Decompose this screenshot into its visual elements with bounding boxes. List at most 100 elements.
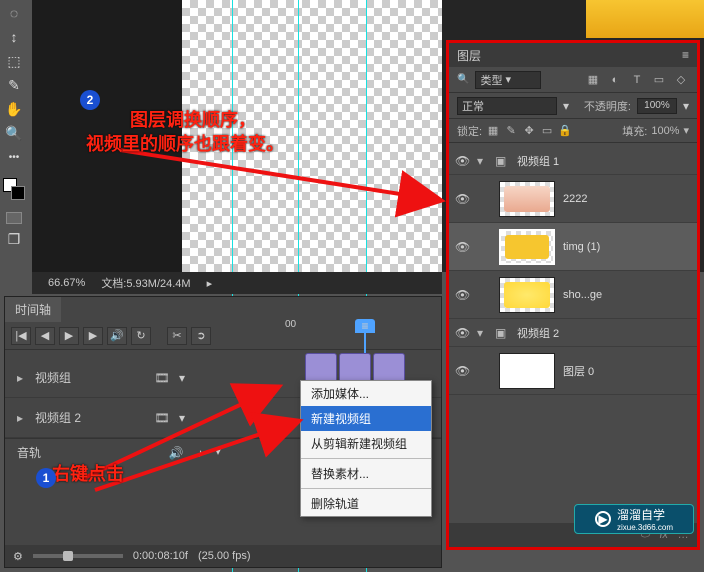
blend-mode-select[interactable]: 正常 bbox=[457, 97, 557, 115]
menu-replace-footage[interactable]: 替换素材... bbox=[301, 461, 431, 486]
menu-delete-track[interactable]: 删除轨道 bbox=[301, 491, 431, 516]
layer-name[interactable]: sho...ge bbox=[563, 289, 602, 301]
layer-item[interactable]: 👁 图层 0 bbox=[449, 347, 697, 395]
layer-name[interactable]: timg (1) bbox=[563, 241, 600, 253]
image-preview-strip bbox=[586, 0, 704, 38]
layer-name[interactable]: 视频组 1 bbox=[517, 153, 559, 169]
audio-sound-icon[interactable]: 🔊 bbox=[167, 444, 185, 462]
panel-menu-icon[interactable]: ≡ bbox=[682, 48, 689, 62]
folder-icon: ▣ bbox=[495, 326, 509, 340]
go-first-button[interactable]: |◀ bbox=[11, 327, 31, 345]
canvas-dark-region bbox=[32, 0, 182, 272]
fill-value[interactable]: 100% bbox=[651, 125, 679, 137]
play-icon: ▶ bbox=[595, 511, 611, 527]
zoom-level[interactable]: 66.67% bbox=[48, 277, 85, 289]
step-fwd-button[interactable]: ▶ bbox=[83, 327, 103, 345]
lock-all-icon[interactable]: 🔒 bbox=[558, 124, 572, 138]
loop-button[interactable]: ↻ bbox=[131, 327, 151, 345]
filter-type-select[interactable]: 类型 ▾ bbox=[475, 71, 541, 89]
color-swatches[interactable] bbox=[3, 178, 25, 200]
left-toolbar: ◌ ↕ ⬚ ✎ ✋ 🔍 ••• ❐ bbox=[0, 0, 28, 300]
track-label: 视频组 bbox=[35, 369, 145, 386]
timeline-controls: |◀ ◀ ▶ ▶ 🔊 ↻ ✂ ➲ bbox=[5, 322, 441, 350]
layer-name[interactable]: 视频组 2 bbox=[517, 325, 559, 341]
cut-button[interactable]: ✂ bbox=[167, 327, 187, 345]
fps-label: (25.00 fps) bbox=[198, 550, 251, 562]
timecode[interactable]: 0:00:08:10f bbox=[133, 550, 188, 562]
layer-item[interactable]: 👁 sho...ge bbox=[449, 271, 697, 319]
context-menu: 添加媒体... 新建视频组 从剪辑新建视频组 替换素材... 删除轨道 bbox=[300, 380, 432, 517]
layer-name[interactable]: 图层 0 bbox=[563, 363, 594, 379]
menu-new-video-group[interactable]: 新建视频组 bbox=[301, 406, 431, 431]
filter-adjust-icon[interactable]: ◐ bbox=[607, 72, 623, 88]
film-icon[interactable]: 🎞 bbox=[153, 369, 171, 387]
chevron-down-icon[interactable]: ▾ bbox=[477, 154, 487, 168]
visibility-icon[interactable]: 👁 bbox=[455, 154, 469, 168]
lock-brush-icon[interactable]: ✎ bbox=[504, 124, 518, 138]
layer-group[interactable]: 👁 ▾ ▣ 视频组 1 bbox=[449, 147, 697, 175]
layer-item[interactable]: 👁 timg (1) bbox=[449, 223, 697, 271]
watermark: ▶ 溜溜自学 zixue.3d66.com bbox=[574, 504, 694, 534]
layer-thumbnail[interactable] bbox=[499, 229, 555, 265]
folder-icon: ▣ bbox=[495, 154, 509, 168]
zoom-slider[interactable] bbox=[33, 554, 123, 558]
layer-name[interactable]: 2222 bbox=[563, 193, 587, 205]
screenmode-icon[interactable]: ❐ bbox=[4, 230, 24, 248]
layer-item[interactable]: 👁 2222 bbox=[449, 175, 697, 223]
layer-list: 👁 ▾ ▣ 视频组 1 👁 2222 👁 timg (1) 👁 sho...ge… bbox=[449, 143, 697, 399]
timeline-tab[interactable]: 时间轴 bbox=[5, 297, 61, 322]
visibility-icon[interactable]: 👁 bbox=[455, 192, 469, 206]
filter-image-icon[interactable]: ▦ bbox=[585, 72, 601, 88]
layer-thumbnail[interactable] bbox=[499, 353, 555, 389]
sound-button[interactable]: 🔊 bbox=[107, 327, 127, 345]
lasso-tool-icon[interactable]: ◌ bbox=[4, 4, 24, 22]
search-icon[interactable]: 🔍 bbox=[457, 74, 469, 85]
visibility-icon[interactable]: 👁 bbox=[455, 326, 469, 340]
layers-panel: 图层 ≡ 🔍 类型 ▾ ▦ ◐ T ▭ ◇ 正常 ▾ 不透明度: 100% ▾ … bbox=[446, 40, 700, 550]
panel-title: 图层 bbox=[457, 47, 481, 64]
step-back-button[interactable]: ◀ bbox=[35, 327, 55, 345]
opacity-label: 不透明度: bbox=[584, 98, 631, 114]
status-bar: 66.67% 文档:5.93M/24.4M ▸ bbox=[32, 272, 442, 294]
annotation-marker-1: 1 bbox=[36, 468, 56, 488]
lock-move-icon[interactable]: ✥ bbox=[522, 124, 536, 138]
filter-shape-icon[interactable]: ▭ bbox=[651, 72, 667, 88]
visibility-icon[interactable]: 👁 bbox=[455, 240, 469, 254]
time-ruler[interactable]: 00 bbox=[285, 319, 296, 347]
playhead[interactable]: ≡ bbox=[355, 319, 375, 333]
chevron-right-icon[interactable]: ▸ bbox=[17, 371, 27, 385]
doc-size: 文档:5.93M/24.4M bbox=[101, 275, 190, 291]
status-chevron-icon[interactable]: ▸ bbox=[207, 277, 213, 290]
crop-tool-icon[interactable]: ⬚ bbox=[4, 52, 24, 70]
visibility-icon[interactable]: 👁 bbox=[455, 288, 469, 302]
fill-label: 填充: bbox=[622, 123, 647, 139]
eyedrop-tool-icon[interactable]: ✎ bbox=[4, 76, 24, 94]
move-tool-icon[interactable]: ↕ bbox=[4, 28, 24, 46]
filter-smart-icon[interactable]: ◇ bbox=[673, 72, 689, 88]
layer-group[interactable]: 👁 ▾ ▣ 视频组 2 bbox=[449, 319, 697, 347]
menu-new-group-from-clips[interactable]: 从剪辑新建视频组 bbox=[301, 431, 431, 456]
timeline-bottom-bar: ⚙ 0:00:08:10f (25.00 fps) bbox=[5, 545, 441, 567]
track-label: 音轨 bbox=[17, 444, 41, 461]
filter-text-icon[interactable]: T bbox=[629, 72, 645, 88]
annotation-marker-2: 2 bbox=[80, 90, 100, 110]
opacity-value[interactable]: 100% bbox=[637, 98, 677, 114]
gear-icon[interactable]: ⚙ bbox=[13, 550, 23, 563]
play-button[interactable]: ▶ bbox=[59, 327, 79, 345]
lock-artboard-icon[interactable]: ▭ bbox=[540, 124, 554, 138]
track-label: 视频组 2 bbox=[35, 409, 145, 426]
lock-label: 锁定: bbox=[457, 123, 482, 139]
zoom-tool-icon[interactable]: 🔍 bbox=[4, 124, 24, 142]
chevron-down-icon[interactable]: ▾ bbox=[477, 326, 487, 340]
layer-thumbnail[interactable] bbox=[499, 181, 555, 217]
audio-note-icon[interactable]: ♪ bbox=[191, 444, 209, 462]
visibility-icon[interactable]: 👁 bbox=[455, 364, 469, 378]
menu-add-media[interactable]: 添加媒体... bbox=[301, 381, 431, 406]
layer-thumbnail[interactable] bbox=[499, 277, 555, 313]
quickmask-icon[interactable] bbox=[6, 212, 22, 224]
lock-pixels-icon[interactable]: ▦ bbox=[486, 124, 500, 138]
chevron-right-icon[interactable]: ▸ bbox=[17, 411, 27, 425]
film-icon[interactable]: 🎞 bbox=[153, 409, 171, 427]
transition-button[interactable]: ➲ bbox=[191, 327, 211, 345]
hand-tool-icon[interactable]: ✋ bbox=[4, 100, 24, 118]
